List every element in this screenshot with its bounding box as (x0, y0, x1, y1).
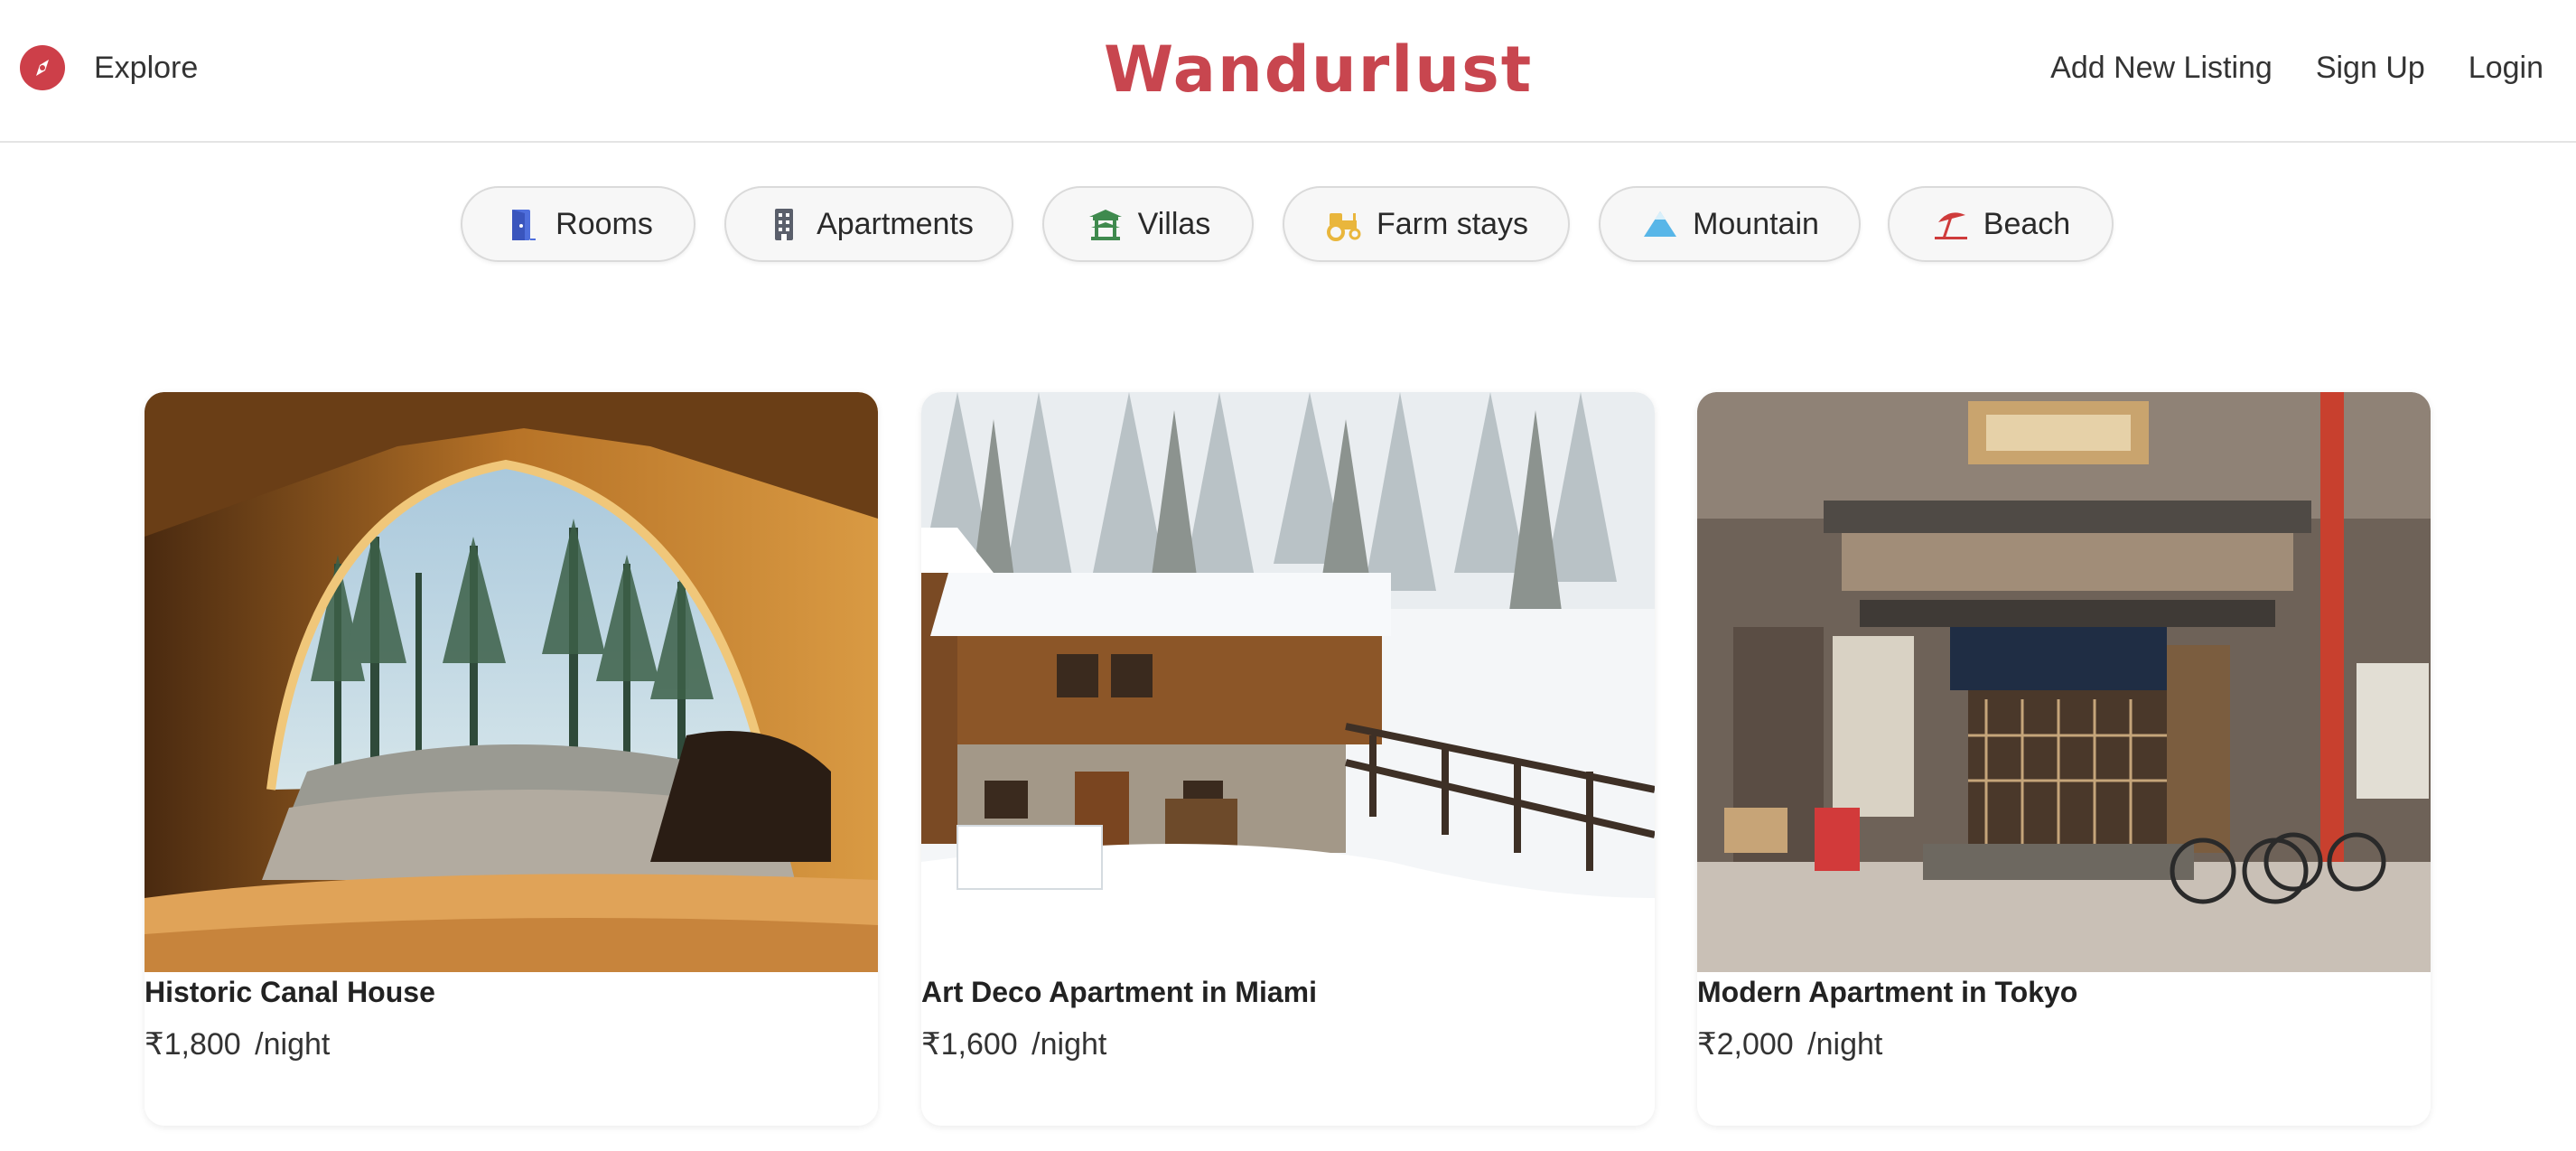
filter-apartments[interactable]: Apartments (724, 186, 1013, 262)
price-value: ₹2,000 (1697, 1027, 1794, 1062)
mountain-icon (1644, 211, 1677, 237)
nav-explore-group[interactable]: Explore (20, 45, 198, 90)
filter-label: Farm stays (1376, 206, 1529, 241)
nav-right-links: Add New Listing Sign Up Login (2050, 51, 2543, 86)
filter-label: Apartments (817, 206, 974, 241)
login-link[interactable]: Login (2469, 51, 2543, 86)
filter-farm-stays[interactable]: Farm stays (1283, 186, 1570, 262)
listing-image[interactable] (921, 392, 1655, 972)
brand-logo[interactable]: Wandurlust (1104, 33, 1531, 107)
listing-image[interactable] (1697, 392, 2431, 972)
listing-card[interactable]: Historic Canal House ₹1,800 /night (145, 392, 878, 1126)
building-icon (775, 209, 794, 240)
filter-label: Rooms (555, 206, 653, 241)
add-new-listing-link[interactable]: Add New Listing (2050, 51, 2273, 86)
price-value: ₹1,800 (145, 1027, 241, 1062)
umbrella-beach-icon (1934, 212, 1967, 239)
filter-mountain[interactable]: Mountain (1599, 186, 1861, 262)
compass-icon[interactable] (20, 45, 65, 90)
filter-label: Mountain (1693, 206, 1819, 241)
filter-rooms[interactable]: Rooms (461, 186, 695, 262)
pagoda-icon (1088, 210, 1122, 240)
filter-label: Villas (1137, 206, 1211, 241)
signup-link[interactable]: Sign Up (2316, 51, 2425, 86)
filter-label: Beach (1983, 206, 2071, 241)
listing-price: ₹1,800 /night (145, 1026, 330, 1062)
door-open-icon (512, 210, 537, 240)
price-unit: /night (1807, 1027, 1883, 1062)
price-unit: /night (1031, 1027, 1107, 1062)
listing-title[interactable]: Art Deco Apartment in Miami (921, 976, 1317, 1009)
listing-card[interactable]: Art Deco Apartment in Miami ₹1,600 /nigh… (921, 392, 1655, 1126)
navbar: Explore Wandurlust Add New Listing Sign … (0, 0, 2576, 143)
nav-explore-link[interactable]: Explore (94, 51, 198, 86)
filter-villas[interactable]: Villas (1042, 186, 1254, 262)
price-value: ₹1,600 (921, 1027, 1018, 1062)
listing-card[interactable]: Modern Apartment in Tokyo ₹2,000 /night (1697, 392, 2431, 1126)
tractor-icon (1326, 213, 1361, 241)
listing-price: ₹1,600 /night (921, 1026, 1106, 1062)
category-filters: Rooms Apartments Villas Farm stays Mount… (0, 186, 2576, 264)
listing-price: ₹2,000 /night (1697, 1026, 1882, 1062)
filter-beach[interactable]: Beach (1888, 186, 2114, 262)
listing-image[interactable] (145, 392, 878, 972)
listing-title[interactable]: Historic Canal House (145, 976, 435, 1009)
price-unit: /night (255, 1027, 331, 1062)
listing-title[interactable]: Modern Apartment in Tokyo (1697, 976, 2077, 1009)
